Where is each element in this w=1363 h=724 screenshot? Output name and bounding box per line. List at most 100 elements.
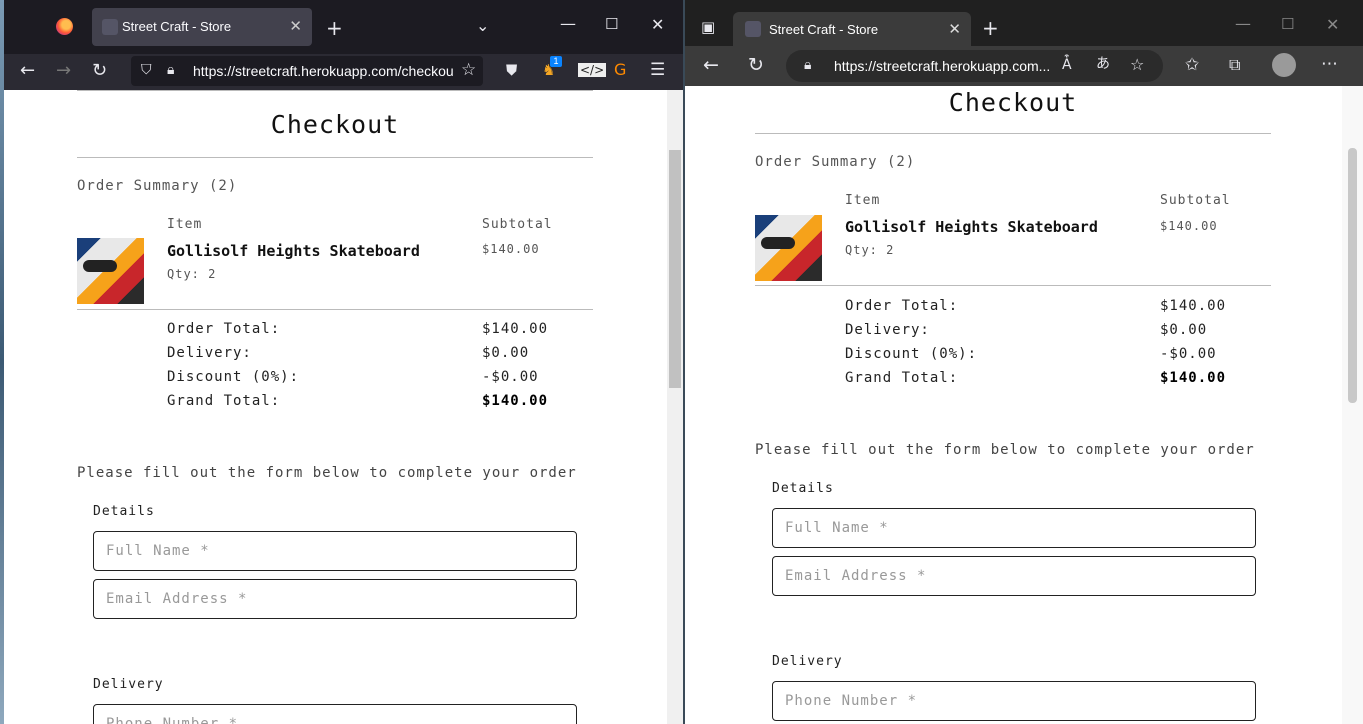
close-window-icon[interactable]: ✕: [1326, 17, 1339, 33]
form-prompt: Please fill out the form below to comple…: [755, 442, 1255, 458]
firefox-tab[interactable]: Street Craft - Store ✕: [92, 8, 312, 46]
firefox-nav-bar: ← → ↻ ⛉ 🔒︎ https://streetcraft.herokuapp…: [4, 54, 683, 90]
order-total-label: Order Total:: [167, 321, 281, 337]
edge-tab[interactable]: Street Craft - Store ✕: [733, 12, 971, 46]
item-column-header: Item: [167, 217, 203, 232]
product-name: Gollisolf Heights Skateboard: [845, 218, 1098, 236]
title-divider: [755, 133, 1271, 134]
order-summary-heading: Order Summary (2): [755, 154, 916, 170]
email-input[interactable]: [772, 556, 1256, 596]
discount-value: -$0.00: [1160, 346, 1217, 362]
page-title: Checkout: [270, 110, 400, 139]
product-image: [77, 238, 144, 304]
pocket-icon[interactable]: ⛊: [506, 63, 517, 78]
scrollbar-thumb[interactable]: [1348, 148, 1357, 403]
close-tab-icon[interactable]: ✕: [948, 20, 961, 38]
url-text: https://streetcraft.herokuapp.com/checko…: [193, 63, 453, 79]
discount-label: Discount (0%):: [845, 346, 978, 362]
more-options-icon[interactable]: ⋯: [1321, 56, 1338, 73]
collections-icon[interactable]: ⧉: [1229, 57, 1240, 73]
favorites-icon[interactable]: ✩: [1185, 57, 1199, 74]
delivery-value: $0.00: [482, 345, 530, 361]
order-total-value: $140.00: [482, 321, 549, 337]
tab-title: Street Craft - Store: [122, 19, 232, 34]
full-name-input[interactable]: [772, 508, 1256, 548]
discount-value: -$0.00: [482, 369, 539, 385]
top-divider: [77, 90, 593, 91]
grand-total-value: $140.00: [482, 393, 549, 409]
firefox-window: Street Craft - Store ✕ + ⌄ — ☐ ✕ ← → ↻ ⛉…: [4, 0, 683, 724]
discount-label: Discount (0%):: [167, 369, 300, 385]
back-arrow-icon[interactable]: ←: [20, 62, 35, 80]
delivery-section-label: Delivery: [93, 677, 164, 692]
item-column-header: Item: [845, 193, 881, 208]
g-extension-icon[interactable]: G: [614, 62, 626, 78]
forward-arrow-icon[interactable]: →: [56, 62, 71, 80]
items-divider: [755, 285, 1271, 286]
firefox-tab-bar: Street Craft - Store ✕ + ⌄ — ☐ ✕: [4, 0, 683, 54]
tab-title: Street Craft - Store: [769, 22, 879, 37]
bookmark-star-icon[interactable]: ☆: [461, 62, 476, 79]
shield-icon[interactable]: ⛉: [141, 63, 152, 77]
menu-hamburger-icon[interactable]: ☰: [650, 62, 665, 79]
minimize-icon[interactable]: —: [560, 16, 576, 32]
translate-icon[interactable]: あ: [1096, 57, 1110, 71]
firefox-logo-icon: [56, 18, 73, 35]
lock-icon[interactable]: 🔒︎: [804, 58, 811, 72]
details-section-label: Details: [93, 504, 155, 519]
product-image: [755, 215, 822, 281]
phone-input[interactable]: [772, 681, 1256, 721]
tab-actions-icon[interactable]: ▣: [701, 20, 715, 35]
page-title: Checkout: [948, 88, 1078, 117]
maximize-icon[interactable]: ☐: [1281, 17, 1294, 32]
product-subtotal: $140.00: [1160, 219, 1218, 233]
edge-nav-bar: ← ↻ 🔒︎ https://streetcraft.herokuapp.com…: [685, 46, 1363, 86]
scrollbar-thumb[interactable]: [669, 150, 681, 388]
lock-icon[interactable]: 🔒︎: [167, 63, 174, 77]
close-window-icon[interactable]: ✕: [651, 17, 664, 33]
delivery-label: Delivery:: [167, 345, 252, 361]
new-tab-icon[interactable]: +: [326, 18, 343, 38]
reload-icon[interactable]: ↻: [748, 56, 764, 75]
full-name-input[interactable]: [93, 531, 577, 571]
subtotal-column-header: Subtotal: [1160, 193, 1231, 208]
title-divider: [77, 157, 593, 158]
devtools-extension-icon[interactable]: </>: [578, 63, 607, 77]
extension-badge: 1: [550, 56, 562, 67]
edge-page: Checkout Order Summary (2) Item Subtotal…: [685, 86, 1342, 724]
grand-total-label: Grand Total:: [845, 370, 959, 386]
order-total-value: $140.00: [1160, 298, 1227, 314]
reload-icon[interactable]: ↻: [92, 62, 107, 80]
firefox-scrollbar[interactable]: [667, 90, 683, 724]
address-bar[interactable]: 🔒︎ https://streetcraft.herokuapp.com... …: [786, 50, 1163, 82]
url-text: https://streetcraft.herokuapp.com...: [834, 58, 1051, 74]
edge-scrollbar[interactable]: [1342, 86, 1363, 724]
product-subtotal: $140.00: [482, 242, 540, 256]
profile-avatar[interactable]: [1272, 53, 1296, 77]
read-aloud-icon[interactable]: A͒: [1062, 58, 1072, 72]
delivery-value: $0.00: [1160, 322, 1208, 338]
grand-total-value: $140.00: [1160, 370, 1227, 386]
edge-window: ▣ Street Craft - Store ✕ + — ☐ ✕ ← ↻ 🔒︎ …: [685, 0, 1363, 724]
new-tab-icon[interactable]: +: [982, 18, 999, 38]
items-divider: [77, 309, 593, 310]
close-tab-icon[interactable]: ✕: [289, 17, 302, 35]
delivery-section-label: Delivery: [772, 654, 843, 669]
edge-tab-bar: ▣ Street Craft - Store ✕ + — ☐ ✕: [685, 0, 1363, 46]
site-favicon-icon: [102, 19, 118, 35]
site-favicon-icon: [745, 21, 761, 37]
subtotal-column-header: Subtotal: [482, 217, 553, 232]
address-bar[interactable]: ⛉ 🔒︎ https://streetcraft.herokuapp.com/c…: [131, 56, 483, 86]
product-qty: Qty: 2: [845, 243, 895, 257]
firefox-page: Checkout Order Summary (2) Item Subtotal…: [4, 90, 667, 724]
grand-total-label: Grand Total:: [167, 393, 281, 409]
minimize-icon[interactable]: —: [1235, 16, 1251, 32]
phone-input[interactable]: [93, 704, 577, 724]
maximize-icon[interactable]: ☐: [605, 17, 618, 32]
delivery-label: Delivery:: [845, 322, 930, 338]
list-tabs-chevron-icon[interactable]: ⌄: [476, 18, 489, 34]
email-input[interactable]: [93, 579, 577, 619]
back-arrow-icon[interactable]: ←: [703, 56, 719, 75]
add-favorite-icon[interactable]: ☆: [1130, 57, 1144, 73]
product-name: Gollisolf Heights Skateboard: [167, 242, 420, 260]
